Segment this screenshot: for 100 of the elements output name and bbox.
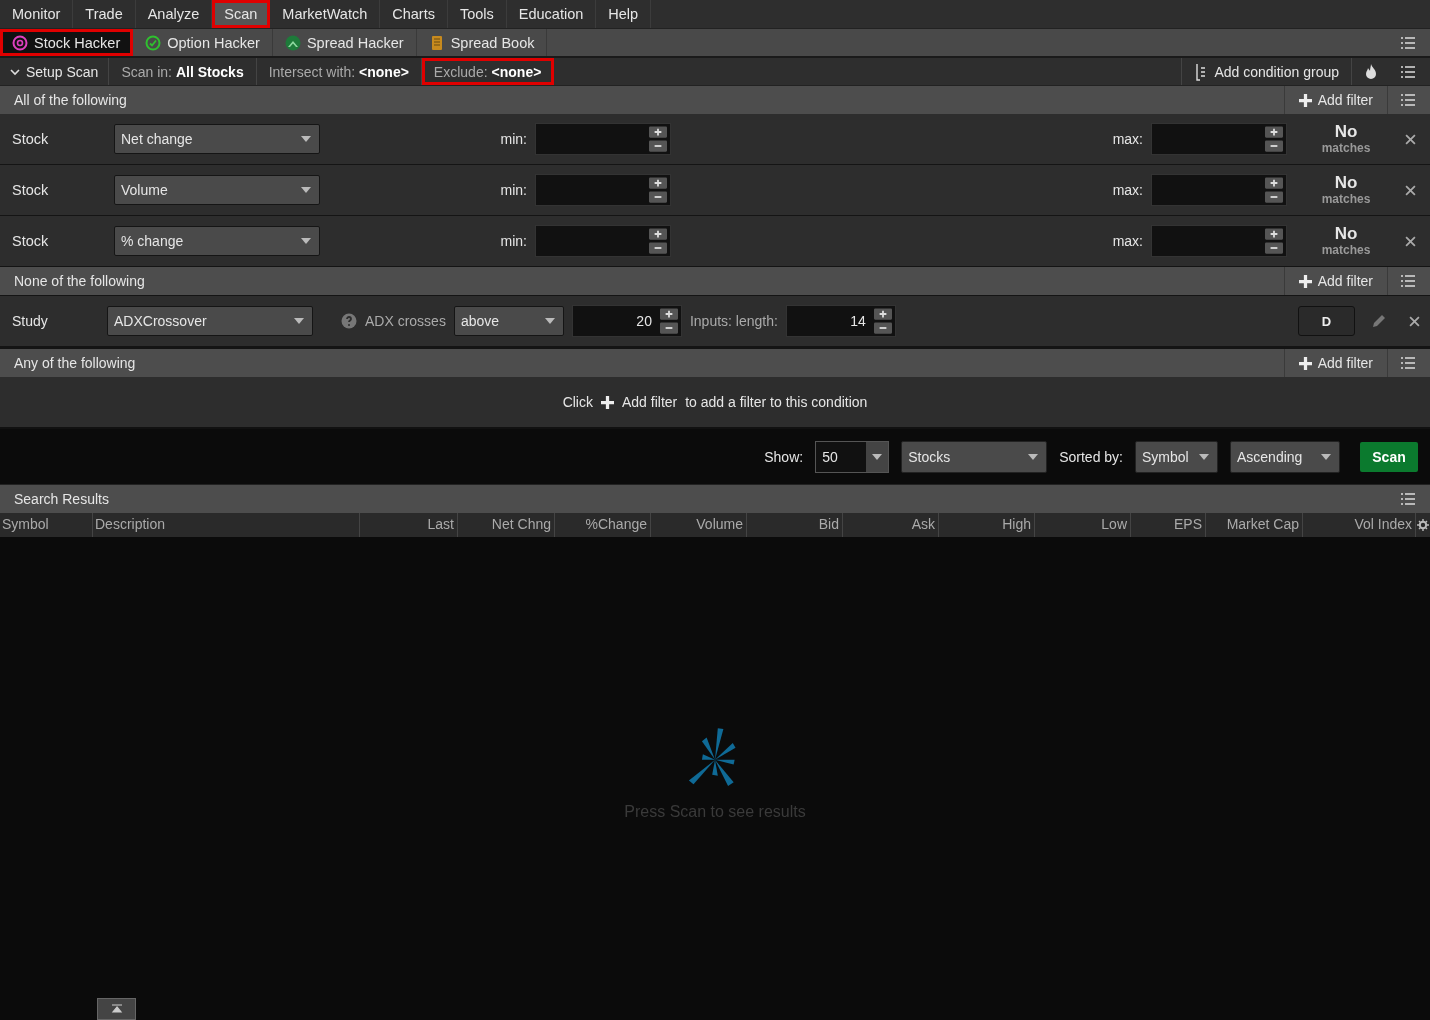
plus-icon: [1298, 93, 1312, 107]
pencil-icon[interactable]: [1371, 313, 1387, 329]
plus-icon: [601, 395, 614, 409]
minus-icon[interactable]: [649, 242, 667, 254]
minus-icon[interactable]: [1265, 242, 1283, 254]
aggregation-button[interactable]: D: [1298, 306, 1355, 336]
plus-icon[interactable]: [659, 308, 678, 320]
match-count: No: [1334, 173, 1358, 193]
max-spinner-field[interactable]: [1151, 225, 1287, 257]
scan-filter-selector[interactable]: Exclude: <none>: [421, 58, 555, 85]
scan-filter-selector[interactable]: Intersect with: <none>: [256, 58, 422, 85]
max-label: max:: [1111, 182, 1144, 198]
add-condition-group-button[interactable]: Add condition group: [1181, 58, 1352, 85]
flame-icon[interactable]: [1364, 62, 1378, 81]
filter-dropdown[interactable]: % change: [114, 226, 320, 256]
sort-label: Sorted by:: [1059, 448, 1123, 465]
menu-icon[interactable]: [1400, 35, 1416, 50]
target-icon: [12, 34, 28, 51]
hint-action: Add filter: [622, 394, 678, 410]
plus-icon: [1298, 274, 1312, 288]
min-spinner-field[interactable]: [535, 225, 671, 257]
match-label: matches: [1321, 192, 1371, 207]
study-dropdown[interactable]: ADXCrossover: [107, 306, 313, 336]
collapse-button[interactable]: [97, 998, 136, 1020]
tab[interactable]: Stock Hacker: [0, 29, 134, 56]
help-icon[interactable]: [341, 313, 357, 329]
min-spinner-field[interactable]: [535, 174, 671, 206]
hint-text: Click: [562, 394, 593, 410]
tab[interactable]: Spread Hacker: [272, 29, 417, 56]
close-icon[interactable]: [1405, 235, 1416, 247]
menu-item[interactable]: Charts: [380, 0, 448, 28]
max-label: max:: [1111, 131, 1144, 147]
sort-order-dropdown[interactable]: Ascending: [1230, 440, 1340, 473]
length-spinner-field[interactable]: 14: [785, 305, 896, 337]
caret-icon: [301, 238, 311, 244]
threshold-spinner-field[interactable]: 20: [571, 305, 682, 337]
minus-icon[interactable]: [649, 191, 667, 203]
menu-icon[interactable]: [1400, 274, 1416, 288]
menu-item[interactable]: Help: [596, 0, 652, 28]
minus-icon[interactable]: [873, 322, 892, 334]
match-count: No: [1334, 224, 1358, 244]
minus-icon[interactable]: [659, 322, 678, 334]
parameter-label: ADX crosses: [365, 313, 446, 329]
minus-icon[interactable]: [1265, 140, 1283, 152]
close-icon[interactable]: [1405, 184, 1416, 196]
filter-dropdown[interactable]: Volume: [114, 175, 320, 205]
menu-item[interactable]: Scan: [212, 0, 271, 28]
filter-dropdown[interactable]: Net change: [114, 124, 320, 154]
check-circle-icon: [145, 34, 162, 51]
match-label: matches: [1321, 141, 1371, 156]
menu-icon[interactable]: [1400, 356, 1416, 370]
max-spinner-field[interactable]: [1151, 123, 1287, 155]
menu-item[interactable]: MarketWatch: [270, 0, 381, 28]
tab[interactable]: Spread Book: [416, 29, 548, 56]
plus-icon[interactable]: [1265, 228, 1283, 240]
minus-icon[interactable]: [649, 140, 667, 152]
caret-icon: [301, 187, 311, 193]
caret-icon: [294, 318, 304, 324]
menu-item[interactable]: Monitor: [0, 0, 74, 28]
crossing-dropdown[interactable]: above: [453, 306, 564, 336]
close-icon[interactable]: [1405, 133, 1416, 145]
filter-label: Study: [12, 313, 49, 329]
plus-icon[interactable]: [1265, 126, 1283, 138]
group-title: All of the following: [14, 92, 127, 108]
caret-icon: [544, 318, 555, 324]
menu-icon[interactable]: [1400, 64, 1416, 79]
match-label: matches: [1321, 243, 1371, 258]
caret-icon: [301, 136, 311, 142]
max-spinner-field[interactable]: [1151, 174, 1287, 206]
scan-filter-selector[interactable]: Scan in: All Stocks: [109, 58, 257, 85]
collapse-up-icon: [110, 1004, 123, 1014]
min-label: min:: [499, 131, 528, 147]
tab[interactable]: Option Hacker: [133, 29, 273, 56]
setup-scan-toggle[interactable]: Setup Scan: [0, 58, 110, 85]
hint-text: to add a filter to this condition: [685, 394, 868, 410]
menu-item[interactable]: Tools: [447, 0, 507, 28]
plus-icon: [1298, 356, 1312, 370]
menu-item[interactable]: Trade: [73, 0, 136, 28]
mountain-circle-icon: [284, 34, 301, 51]
max-label: max:: [1111, 233, 1144, 249]
menu-item[interactable]: Education: [506, 0, 597, 28]
min-spinner-field[interactable]: [535, 123, 671, 155]
plus-icon[interactable]: [649, 177, 667, 189]
scan-button[interactable]: Scan: [1360, 441, 1418, 472]
menu-icon[interactable]: [1400, 93, 1416, 107]
min-label: min:: [499, 182, 528, 198]
filter-label: Stock: [12, 131, 50, 147]
sort-field-dropdown[interactable]: Symbol: [1135, 440, 1218, 473]
group-title: None of the following: [14, 273, 145, 289]
plus-icon[interactable]: [873, 308, 892, 320]
settings-icon[interactable]: [1417, 519, 1429, 531]
minus-icon[interactable]: [1265, 191, 1283, 203]
menu-icon[interactable]: [1400, 492, 1416, 506]
close-icon[interactable]: [1409, 315, 1420, 327]
min-label: min:: [499, 233, 528, 249]
plus-icon[interactable]: [649, 228, 667, 240]
plus-icon[interactable]: [649, 126, 667, 138]
row-count-combo[interactable]: 50: [815, 440, 890, 473]
plus-icon[interactable]: [1265, 177, 1283, 189]
type-dropdown[interactable]: Stocks: [901, 440, 1048, 473]
